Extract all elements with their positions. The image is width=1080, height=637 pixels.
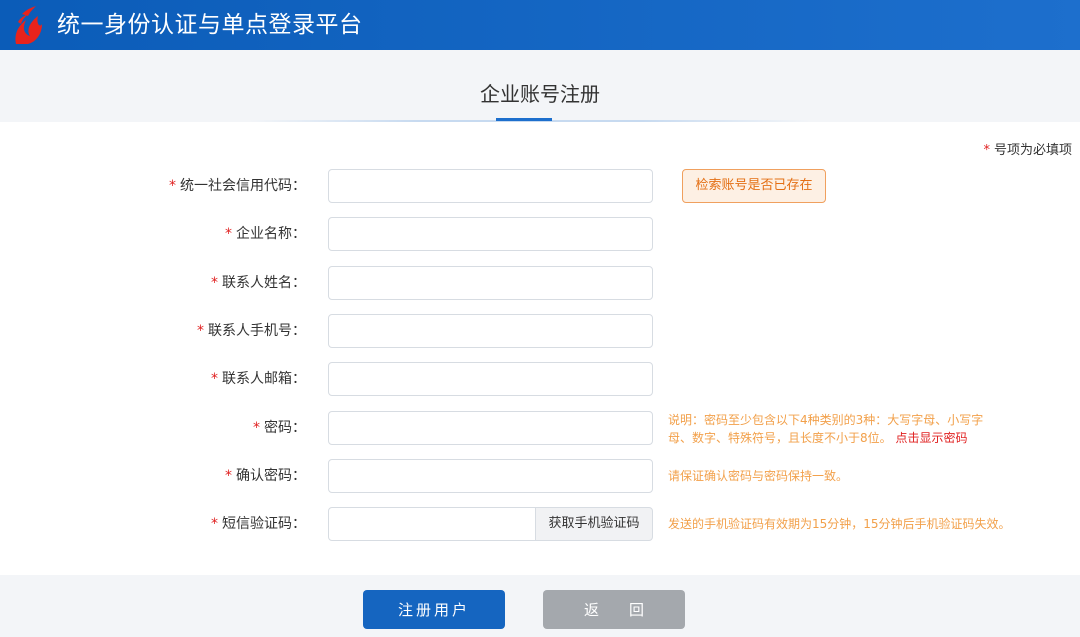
password-hint-line2: 母、数字、特殊符号，且长度不小于8位。 <box>668 431 892 445</box>
required-note-text: 号项为必填项 <box>993 143 1072 158</box>
form-row-contact-phone: * 联系人手机号： <box>0 314 1080 348</box>
contact-phone-input[interactable] <box>328 314 653 348</box>
company-name-label-text: 企业名称： <box>236 226 306 242</box>
password-label: * 密码： <box>253 411 306 445</box>
check-account-button[interactable]: 检索账号是否已存在 <box>682 169 826 203</box>
title-underline-accent <box>496 118 552 121</box>
password-label-text: 密码： <box>264 420 306 436</box>
required-star: * <box>225 468 232 484</box>
required-star: * <box>211 371 218 387</box>
show-password-link[interactable]: 点击显示密码 <box>895 431 967 445</box>
footer-band <box>0 575 1080 637</box>
required-star: * <box>197 323 204 339</box>
sms-code-label: * 短信验证码： <box>211 507 306 541</box>
password-input[interactable] <box>328 411 653 445</box>
credit-code-label: * 统一社会信用代码： <box>169 169 306 203</box>
contact-email-label-text: 联系人邮箱： <box>222 371 306 387</box>
credit-code-label-text: 统一社会信用代码： <box>180 178 306 194</box>
company-name-label: * 企业名称： <box>225 217 306 251</box>
required-star: * <box>211 275 218 291</box>
red-flame-logo-icon <box>15 6 42 44</box>
form-row-contact-email: * 联系人邮箱： <box>0 362 1080 396</box>
confirm-password-label-text: 确认密码： <box>236 468 306 484</box>
contact-email-input[interactable] <box>328 362 653 396</box>
sms-code-hint: 发送的手机验证码有效期为15分钟，15分钟后手机验证码失效。 <box>668 517 1011 531</box>
app-title: 统一身份认证与单点登录平台 <box>57 12 363 38</box>
confirm-password-label: * 确认密码： <box>225 459 306 493</box>
contact-phone-label-text: 联系人手机号： <box>208 323 306 339</box>
register-button[interactable]: 注册用户 <box>363 590 505 629</box>
form-row-company-name: * 企业名称： <box>0 217 1080 251</box>
get-sms-code-button[interactable]: 获取手机验证码 <box>535 507 653 541</box>
contact-phone-label: * 联系人手机号： <box>197 314 306 348</box>
required-star: * <box>253 420 260 436</box>
form-row-credit-code: * 统一社会信用代码： 检索账号是否已存在 <box>0 169 1080 203</box>
confirm-password-input[interactable] <box>328 459 653 493</box>
password-hint-line1: 说明：密码至少包含以下4种类别的3种：大写字母、小写字 <box>668 413 984 427</box>
form-row-contact-name: * 联系人姓名： <box>0 266 1080 300</box>
contact-name-input[interactable] <box>328 266 653 300</box>
sms-code-label-text: 短信验证码： <box>222 516 306 532</box>
required-star: * <box>225 226 232 242</box>
required-star: * <box>211 516 218 532</box>
required-note: * 号项为必填项 <box>983 142 1072 160</box>
top-header: 统一身份认证与单点登录平台 <box>0 0 1080 50</box>
form-row-confirm-password: * 确认密码： <box>0 459 1080 493</box>
contact-name-label-text: 联系人姓名： <box>222 275 306 291</box>
password-hint-line2-wrap: 母、数字、特殊符号，且长度不小于8位。 点击显示密码 <box>668 430 967 447</box>
sms-code-input[interactable] <box>328 507 536 541</box>
company-name-input[interactable] <box>328 217 653 251</box>
back-button[interactable]: 返回 <box>543 590 685 629</box>
confirm-password-hint: 请保证确认密码与密码保持一致。 <box>668 469 849 483</box>
contact-email-label: * 联系人邮箱： <box>211 362 306 396</box>
credit-code-input[interactable] <box>328 169 653 203</box>
required-star: * <box>169 178 176 194</box>
contact-name-label: * 联系人姓名： <box>211 266 306 300</box>
required-star: * <box>983 143 990 158</box>
page-title: 企业账号注册 <box>480 82 600 106</box>
